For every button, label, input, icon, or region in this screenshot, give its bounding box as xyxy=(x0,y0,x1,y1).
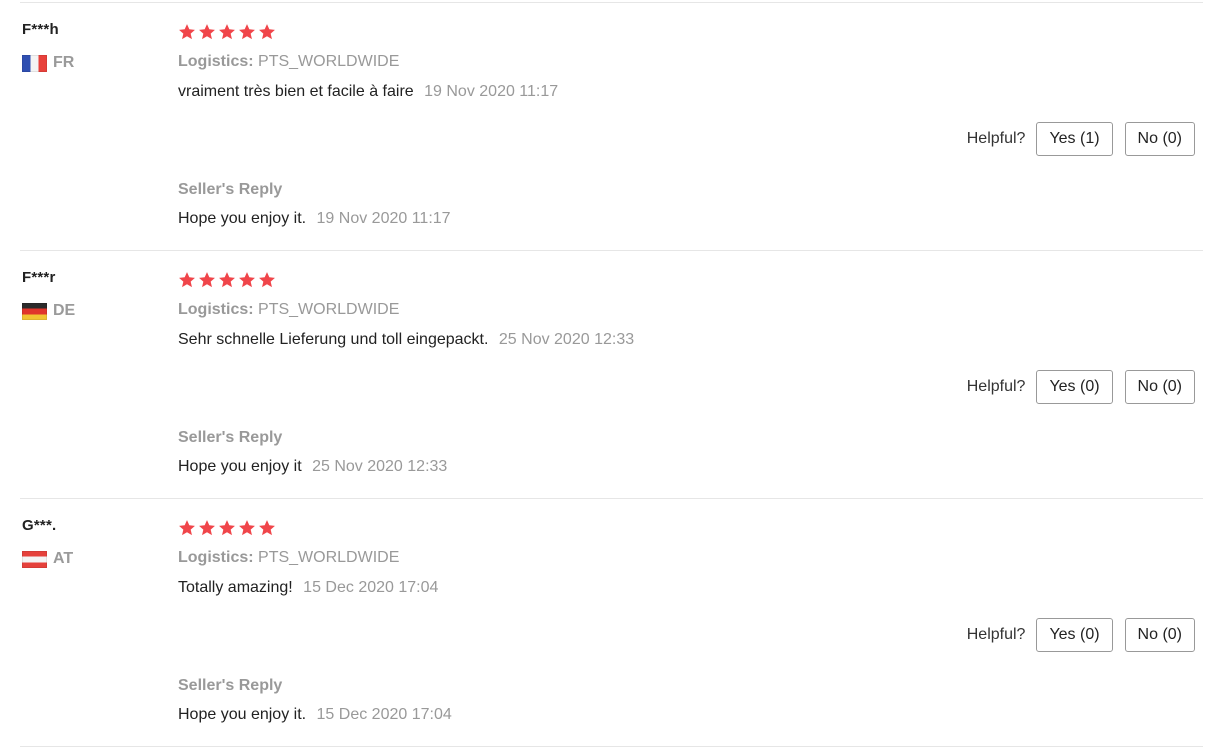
star-icon xyxy=(199,520,215,536)
review-item: F***r DE Logistics: PTS_WORLDWIDE Sehr s… xyxy=(0,251,1229,499)
logistics-label: Logistics: xyxy=(178,53,254,70)
star-icon xyxy=(239,272,255,288)
review-text: Totally amazing! xyxy=(178,579,293,596)
logistics-info: Logistics: PTS_WORLDWIDE xyxy=(178,301,399,319)
helpful-no-button[interactable]: No (0) xyxy=(1124,618,1195,652)
seller-reply-date: 25 Nov 2020 12:33 xyxy=(312,458,448,475)
austria-flag-icon xyxy=(22,550,47,568)
feedback-list: F***h FR Logistics: PTS_WORLDWIDE vraime… xyxy=(0,0,1229,752)
star-icon xyxy=(179,520,195,536)
seller-reply: Hope you enjoy it. 15 Dec 2020 17:04 xyxy=(178,706,452,724)
reviewer-name: F***r xyxy=(22,269,56,286)
review-body: Sehr schnelle Lieferung und toll eingepa… xyxy=(178,331,634,349)
seller-reply: Hope you enjoy it 25 Nov 2020 12:33 xyxy=(178,458,447,476)
helpful-yes-button[interactable]: Yes (0) xyxy=(1036,370,1113,404)
reviewer-name: F***h xyxy=(22,21,59,38)
country-code: AT xyxy=(53,550,74,567)
seller-reply-title: Seller's Reply xyxy=(178,429,283,446)
reviewer-country: FR xyxy=(22,53,74,73)
seller-reply-text: Hope you enjoy it xyxy=(178,458,302,475)
reviewer-country: DE xyxy=(22,301,75,321)
review-text: Sehr schnelle Lieferung und toll eingepa… xyxy=(178,331,489,348)
star-icon xyxy=(179,272,195,288)
helpful-label: Helpful? xyxy=(966,378,1026,395)
germany-flag-icon xyxy=(22,302,47,320)
seller-reply-text: Hope you enjoy it. xyxy=(178,706,307,723)
review-body: Totally amazing! 15 Dec 2020 17:04 xyxy=(178,579,438,597)
seller-reply-date: 19 Nov 2020 11:17 xyxy=(316,210,451,227)
logistics-info: Logistics: PTS_WORLDWIDE xyxy=(178,549,399,567)
star-icon xyxy=(199,272,215,288)
star-icon xyxy=(199,24,215,40)
star-icon xyxy=(179,24,195,40)
france-flag-icon xyxy=(22,54,47,72)
helpful-label: Helpful? xyxy=(966,130,1026,147)
helpful-yes-button[interactable]: Yes (1) xyxy=(1036,122,1113,156)
country-code: FR xyxy=(53,54,75,71)
star-rating xyxy=(178,519,278,541)
review-text: vraiment très bien et facile à faire xyxy=(178,83,414,100)
star-icon xyxy=(259,272,275,288)
review-date: 15 Dec 2020 17:04 xyxy=(303,579,439,596)
star-rating xyxy=(178,23,278,45)
review-date: 25 Nov 2020 12:33 xyxy=(498,331,635,348)
logistics-info: Logistics: PTS_WORLDWIDE xyxy=(178,53,399,71)
logistics-label: Logistics: xyxy=(178,549,254,566)
seller-reply-title: Seller's Reply xyxy=(178,181,283,198)
star-icon xyxy=(219,272,235,288)
helpful-label: Helpful? xyxy=(966,626,1026,643)
helpful-row: Helpful? Yes (1) No (0) xyxy=(967,122,1195,156)
star-icon xyxy=(259,520,275,536)
review-item: G***. AT Logistics: PTS_WORLDWIDE Totall… xyxy=(0,499,1229,747)
helpful-no-button[interactable]: No (0) xyxy=(1124,122,1195,156)
helpful-yes-button[interactable]: Yes (0) xyxy=(1036,618,1113,652)
seller-reply-title: Seller's Reply xyxy=(178,677,283,694)
divider xyxy=(20,746,1203,747)
seller-reply-text: Hope you enjoy it. xyxy=(178,210,307,227)
country-code: DE xyxy=(53,302,76,319)
helpful-no-button[interactable]: No (0) xyxy=(1124,370,1195,404)
seller-reply: Hope you enjoy it. 19 Nov 2020 11:17 xyxy=(178,210,451,228)
star-rating xyxy=(178,271,278,293)
star-icon xyxy=(219,520,235,536)
star-icon xyxy=(219,24,235,40)
star-icon xyxy=(259,24,275,40)
logistics-label: Logistics: xyxy=(178,301,254,318)
logistics-value: PTS_WORLDWIDE xyxy=(258,301,400,318)
reviewer-country: AT xyxy=(22,549,73,569)
reviewer-name: G***. xyxy=(22,517,57,534)
review-body: vraiment très bien et facile à faire 19 … xyxy=(178,83,558,101)
star-icon xyxy=(239,24,255,40)
review-item: F***h FR Logistics: PTS_WORLDWIDE vraime… xyxy=(0,3,1229,251)
logistics-value: PTS_WORLDWIDE xyxy=(258,53,400,70)
seller-reply-date: 15 Dec 2020 17:04 xyxy=(316,706,452,723)
logistics-value: PTS_WORLDWIDE xyxy=(258,549,400,566)
helpful-row: Helpful? Yes (0) No (0) xyxy=(967,370,1195,404)
star-icon xyxy=(239,520,255,536)
review-date: 19 Nov 2020 11:17 xyxy=(424,83,559,100)
helpful-row: Helpful? Yes (0) No (0) xyxy=(967,618,1195,652)
